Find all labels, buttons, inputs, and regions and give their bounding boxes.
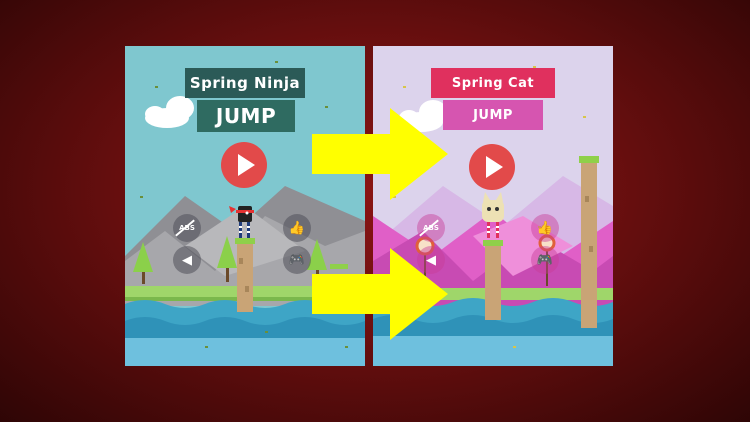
right-title-line2: JUMP	[443, 100, 543, 130]
right-title-line1: Spring Cat	[431, 68, 555, 98]
left-sound-button[interactable]: ◀	[173, 246, 201, 274]
thumbs-up-icon: 👍	[288, 220, 306, 236]
right-games-button[interactable]: 🎮	[531, 246, 559, 274]
left-play-button[interactable]	[221, 142, 267, 188]
no-ads-icon: ABS	[179, 224, 195, 232]
right-like-button[interactable]: 👍	[531, 214, 559, 242]
left-like-button[interactable]: 👍	[283, 214, 311, 242]
speaker-icon: ◀	[182, 252, 192, 268]
left-title-line1: Spring Ninja	[185, 68, 305, 98]
right-play-button[interactable]	[469, 144, 515, 190]
gamepad-icon: 🎮	[288, 252, 306, 268]
pillar	[485, 244, 501, 320]
gamepad-icon: 🎮	[536, 252, 554, 268]
left-games-button[interactable]: 🎮	[283, 246, 311, 274]
upper-arrow-icon	[312, 108, 448, 200]
play-icon	[486, 156, 503, 178]
pillar	[237, 242, 253, 312]
lower-arrow-icon	[312, 248, 448, 340]
thumbs-up-icon: 👍	[536, 220, 554, 236]
right-no-ads-button[interactable]: ABS	[417, 214, 445, 242]
left-title-line2: JUMP	[197, 100, 295, 132]
left-no-ads-button[interactable]: ABS	[173, 214, 201, 242]
tall-pillar	[581, 162, 597, 328]
play-icon	[238, 154, 255, 176]
no-ads-icon: ABS	[423, 224, 439, 232]
